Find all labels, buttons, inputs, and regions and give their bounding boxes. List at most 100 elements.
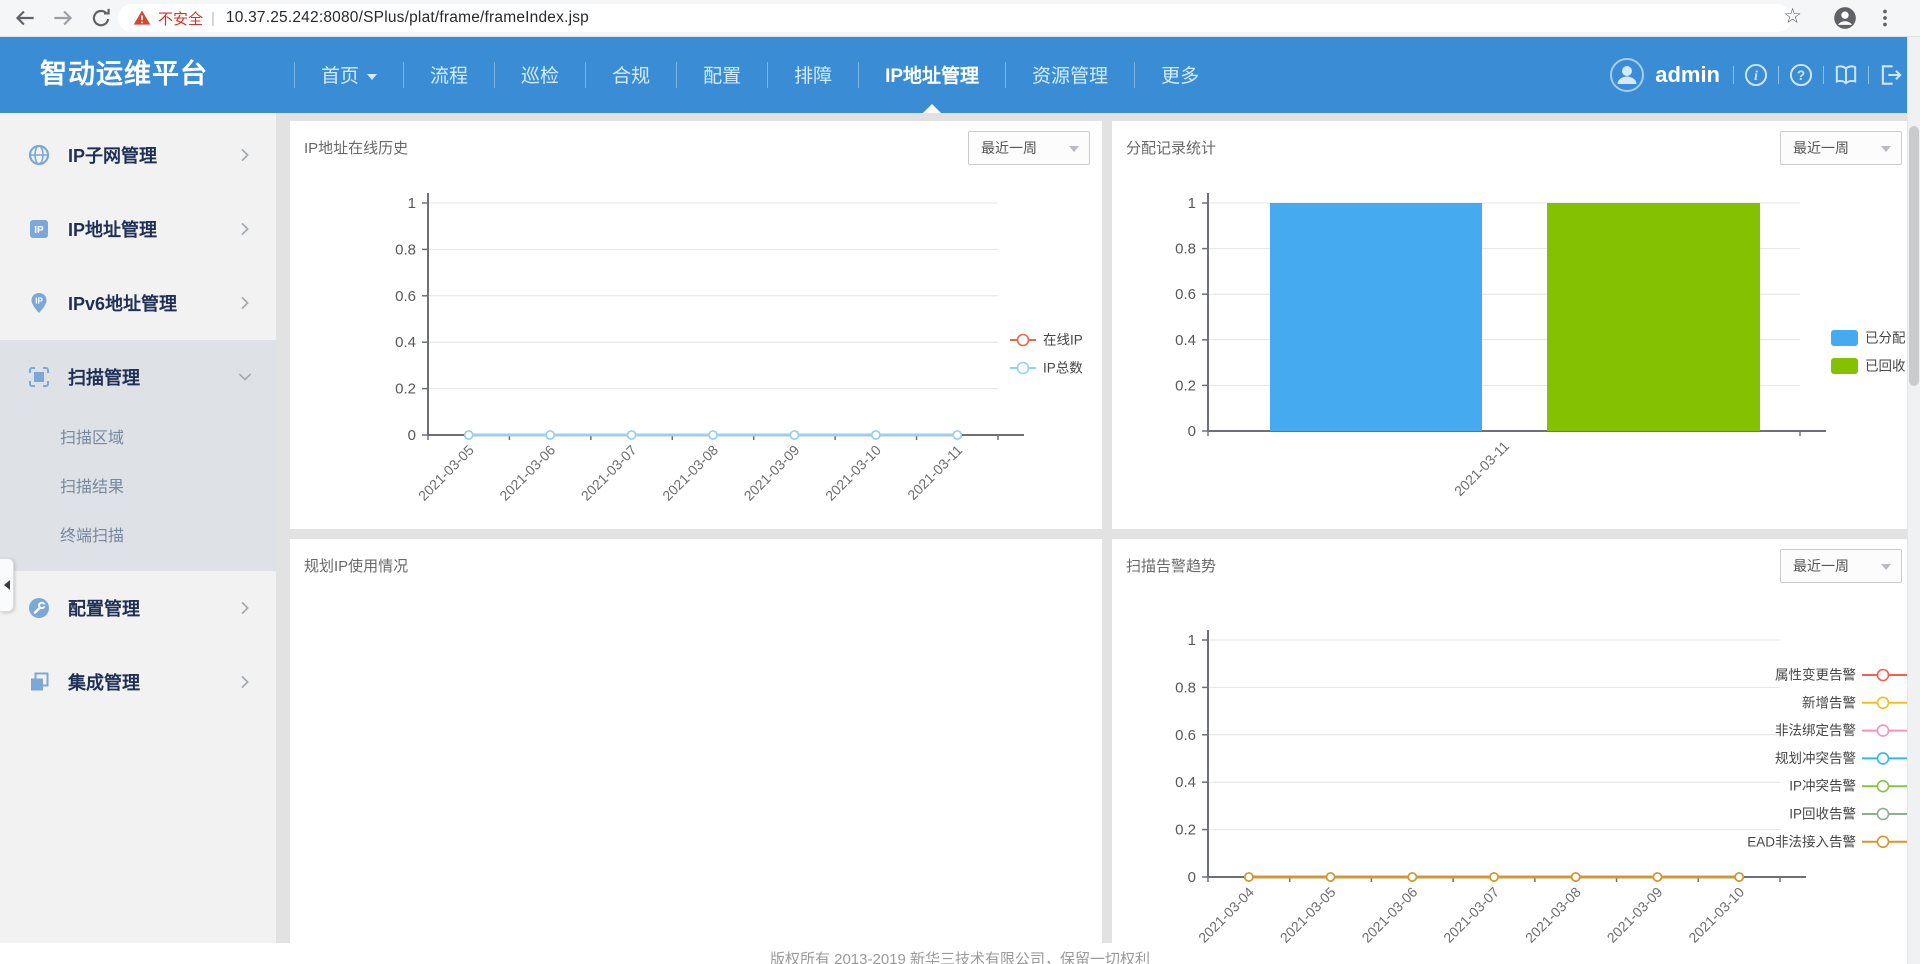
nav-item-label: 排障 bbox=[794, 66, 833, 87]
svg-text:非法绑定告警: 非法绑定告警 bbox=[1775, 723, 1856, 738]
user-area: admin i ? bbox=[1609, 36, 1904, 113]
nav-item-1[interactable]: 流程 bbox=[404, 36, 494, 113]
svg-text:2021-03-08: 2021-03-08 bbox=[659, 442, 721, 504]
svg-text:i: i bbox=[1754, 67, 1758, 83]
sidebar-subitem-3-0[interactable]: 扫描区域 bbox=[0, 414, 276, 463]
svg-text:IP总数: IP总数 bbox=[1043, 361, 1083, 376]
security-warning[interactable]: 不安全 bbox=[158, 8, 203, 29]
nav-item-label: 更多 bbox=[1161, 66, 1200, 87]
help-icon[interactable]: ? bbox=[1788, 62, 1814, 88]
wrench-icon bbox=[27, 596, 51, 620]
legend-item-规划冲突告警[interactable]: 规划冲突告警 bbox=[1775, 751, 1907, 766]
line-chart-svg: 00.20.40.60.812021-03-04 2021-03-05 2021-0… bbox=[1175, 630, 1907, 943]
bar-chart-svg: 0 0.2 0.4 0.6 0.8 1 2021-03-11 已分配已回收 bbox=[1175, 193, 1906, 499]
chevron-right-icon bbox=[236, 220, 254, 238]
svg-text:新增告警: 新增告警 bbox=[1802, 695, 1856, 710]
legend-item-属性变更告警[interactable]: 属性变更告警 bbox=[1775, 668, 1907, 683]
refresh-icon[interactable] bbox=[88, 5, 114, 31]
svg-text:0.6: 0.6 bbox=[1175, 727, 1196, 744]
legend: 属性变更告警新增告警非法绑定告警规划冲突告警 IP冲突告警 IP回收告警 EAD非法接… bbox=[1747, 668, 1907, 849]
legend-item-IP回收告警[interactable]: IP回收告警 bbox=[1789, 807, 1907, 822]
panel-title: 扫描告警趋势 bbox=[1126, 558, 1217, 575]
nav-item-label: 资源管理 bbox=[1032, 66, 1109, 87]
time-range-select[interactable]: 最近一周 bbox=[1780, 131, 1902, 165]
address-bar[interactable]: 不安全 | 10.37.25.242:8080/SPlus/plat/frame… bbox=[118, 4, 1792, 32]
nav-item-8[interactable]: 更多 bbox=[1135, 36, 1225, 113]
guide-book-icon[interactable] bbox=[1833, 62, 1859, 88]
profile-icon[interactable] bbox=[1832, 5, 1858, 31]
svg-text:属性变更告警: 属性变更告警 bbox=[1775, 668, 1856, 683]
sidebar-subitem-3-2[interactable]: 终端扫描 bbox=[0, 512, 276, 561]
svg-text:2021-03-10: 2021-03-10 bbox=[1685, 884, 1747, 943]
legend-item-EAD非法接入告警[interactable]: EAD非法接入告警 bbox=[1747, 833, 1907, 849]
legend-item-已回收[interactable]: 已回收 bbox=[1831, 358, 1906, 374]
sidebar-collapse-handle[interactable] bbox=[0, 558, 14, 612]
series-IP总数 bbox=[463, 430, 963, 440]
svg-text:IP冲突告警: IP冲突告警 bbox=[1789, 779, 1856, 794]
nav-item-4[interactable]: 配置 bbox=[677, 36, 767, 113]
svg-text:?: ? bbox=[1797, 67, 1805, 82]
sidebar-item-2[interactable]: IP IPv6地址管理 bbox=[0, 266, 276, 340]
allocation-stats-chart: 0 0.2 0.4 0.6 0.8 1 2021-03-11 已分配 已回收 bbox=[1112, 121, 1907, 529]
x-axis-labels: 2021-03-05 2021-03-06 2021-03-07 2021-03-08… bbox=[415, 442, 966, 504]
legend-item-非法绑定告警[interactable]: 非法绑定告警 bbox=[1775, 723, 1907, 738]
nav-item-6[interactable]: IP地址管理 bbox=[859, 36, 1005, 113]
collapse-left-icon bbox=[3, 580, 10, 590]
sidebar-item-5[interactable]: 集成管理 bbox=[0, 645, 276, 719]
divider bbox=[1733, 65, 1734, 84]
svg-text:2021-03-07: 2021-03-07 bbox=[578, 442, 640, 504]
legend-item-新增告警[interactable]: 新增告警 bbox=[1802, 695, 1907, 710]
screen: 不安全 | 10.37.25.242:8080/SPlus/plat/frame… bbox=[0, 0, 1920, 964]
scrollbar-thumb[interactable] bbox=[1909, 126, 1919, 386]
svg-text:已分配: 已分配 bbox=[1865, 331, 1906, 346]
forward-icon[interactable] bbox=[50, 5, 76, 31]
ip-online-history-chart: 0 0.2 0.4 0.6 0.8 1 2021-03-05 2021-03-06 2021-0… bbox=[290, 121, 1102, 529]
legend-item-IP总数[interactable]: IP总数 bbox=[1010, 361, 1083, 376]
sidebar-item-label: 配置管理 bbox=[68, 599, 140, 619]
svg-text:0: 0 bbox=[1188, 423, 1196, 440]
svg-text:2021-03-04: 2021-03-04 bbox=[1195, 884, 1257, 943]
logout-icon[interactable] bbox=[1878, 62, 1904, 88]
sidebar-item-3[interactable]: 扫描管理 bbox=[0, 340, 276, 414]
nav-item-7[interactable]: 资源管理 bbox=[1006, 36, 1134, 113]
footer: 版权所有 2013-2019 新华三技术有限公司，保留一切权利 bbox=[0, 943, 1920, 964]
bookmark-star-icon[interactable]: ☆ bbox=[1783, 4, 1802, 29]
back-icon[interactable] bbox=[12, 5, 38, 31]
sidebar-item-0[interactable]: IP子网管理 bbox=[0, 118, 276, 192]
legend-item-IP冲突告警[interactable]: IP冲突告警 bbox=[1789, 779, 1907, 794]
scan-frame-icon bbox=[27, 365, 51, 389]
page-scrollbar[interactable] bbox=[1907, 36, 1920, 964]
legend-item-已分配[interactable]: 已分配 bbox=[1831, 330, 1906, 346]
layers-icon bbox=[27, 670, 51, 694]
chevron-down-icon bbox=[367, 73, 378, 80]
username[interactable]: admin bbox=[1655, 62, 1720, 88]
svg-text:0.2: 0.2 bbox=[1175, 377, 1196, 394]
line-chart-svg: 00.20.40.60.812021-03-05 2021-03-06 2021-0… bbox=[395, 193, 1083, 504]
panel-title: 规划IP使用情况 bbox=[304, 558, 409, 575]
chevron-down-icon bbox=[1881, 564, 1891, 570]
url-text[interactable]: 10.37.25.242:8080/SPlus/plat/frame/frame… bbox=[226, 9, 589, 27]
nav-item-2[interactable]: 巡检 bbox=[495, 36, 585, 113]
sidebar-group-3: 扫描管理 扫描区域 扫描结果 终端扫描 bbox=[0, 340, 276, 571]
sidebar-item-4[interactable]: 配置管理 bbox=[0, 571, 276, 645]
nav-item-5[interactable]: 排障 bbox=[768, 36, 858, 113]
panel-title: IP地址在线历史 bbox=[304, 140, 409, 157]
svg-text:0.2: 0.2 bbox=[395, 381, 416, 398]
nav-item-3[interactable]: 合规 bbox=[586, 36, 676, 113]
browser-toolbar: 不安全 | 10.37.25.242:8080/SPlus/plat/frame… bbox=[0, 0, 1920, 37]
time-range-select[interactable]: 最近一周 bbox=[968, 131, 1090, 165]
kebab-menu-icon[interactable] bbox=[1872, 5, 1898, 31]
sidebar-subitem-3-1[interactable]: 扫描结果 bbox=[0, 463, 276, 512]
svg-text:1: 1 bbox=[408, 195, 416, 212]
svg-text:IP回收告警: IP回收告警 bbox=[1789, 807, 1856, 822]
time-range-select[interactable]: 最近一周 bbox=[1780, 549, 1902, 583]
warning-triangle-icon bbox=[132, 8, 152, 28]
nav-item-0[interactable]: 首页 bbox=[295, 36, 403, 113]
svg-text:2021-03-05: 2021-03-05 bbox=[415, 442, 477, 504]
sidebar-item-label: IP地址管理 bbox=[68, 220, 158, 240]
sidebar-item-1[interactable]: IP IP地址管理 bbox=[0, 192, 276, 266]
user-avatar-icon[interactable] bbox=[1609, 57, 1645, 93]
svg-text:1: 1 bbox=[1188, 632, 1196, 649]
info-icon[interactable]: i bbox=[1743, 62, 1769, 88]
legend-item-在线IP[interactable]: 在线IP bbox=[1010, 333, 1083, 348]
